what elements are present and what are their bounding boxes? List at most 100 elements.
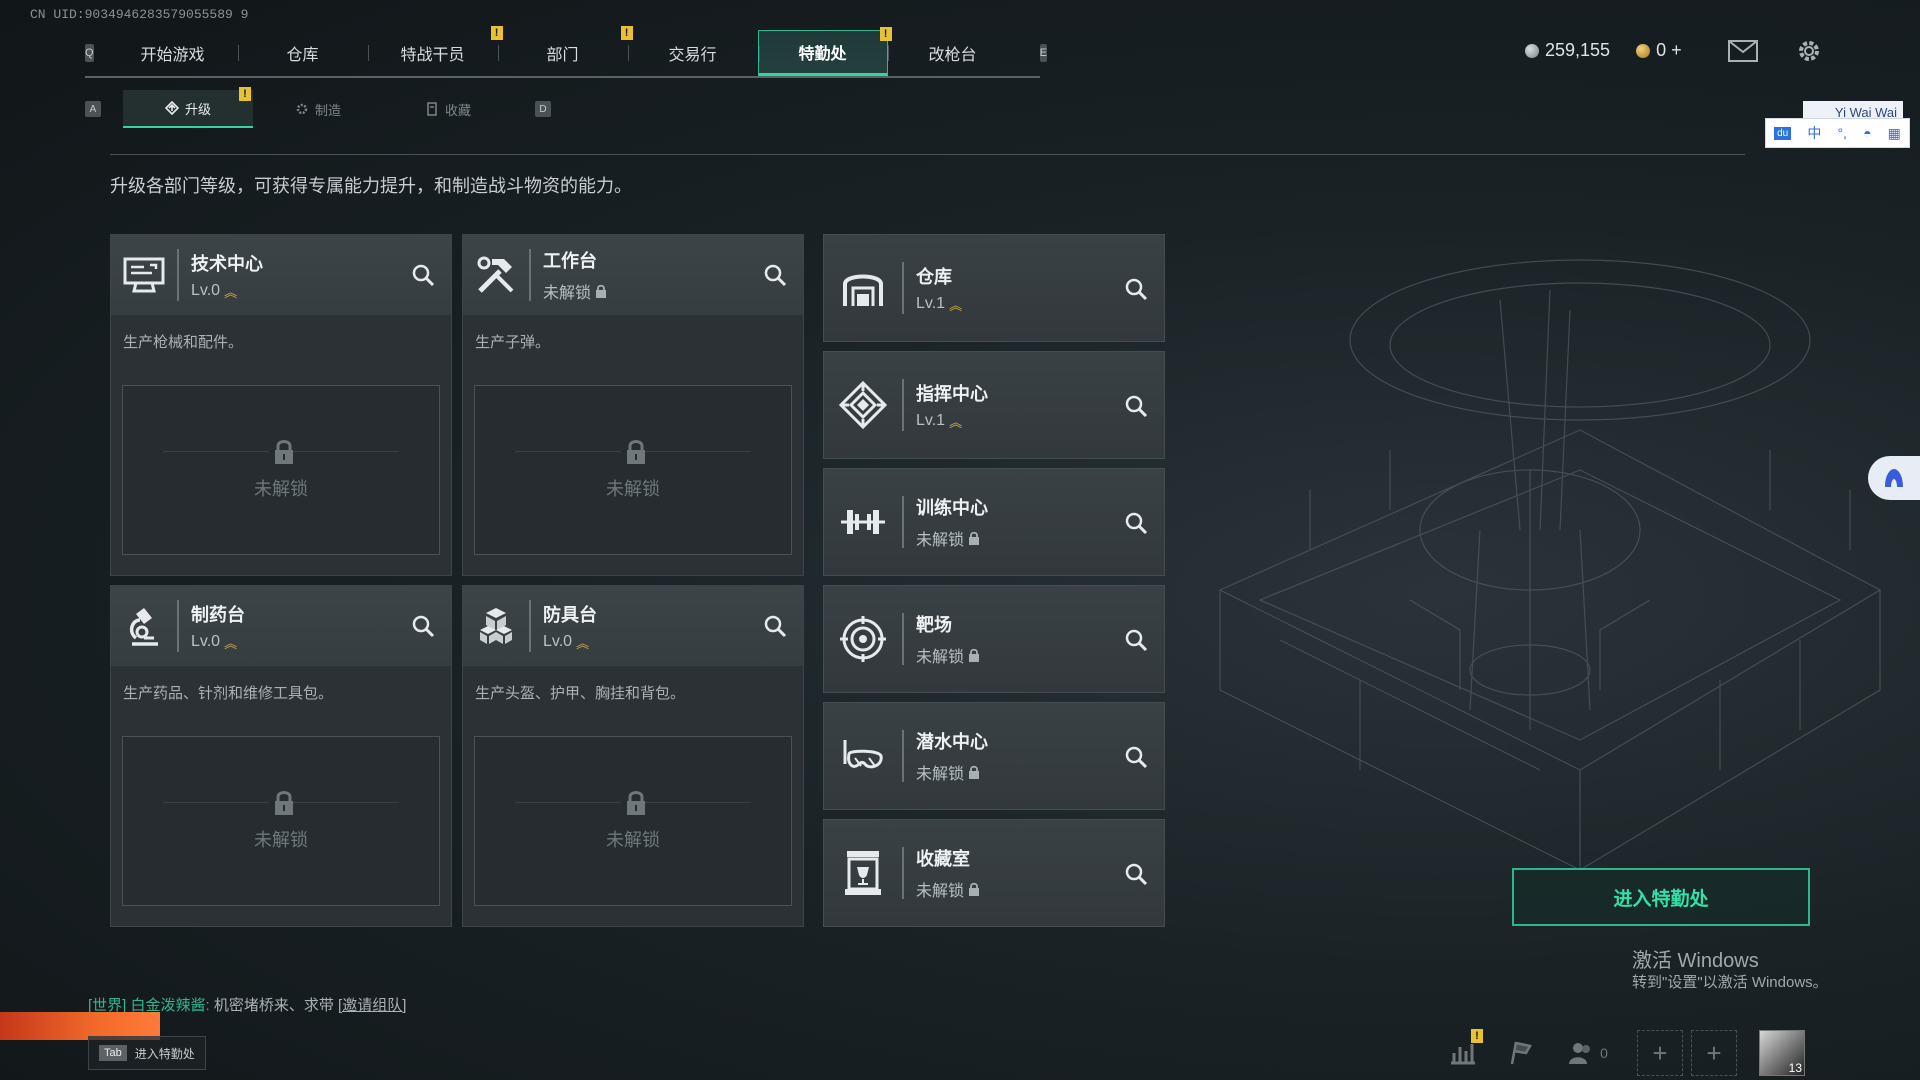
command-icon [824, 351, 902, 459]
craft-icon [295, 102, 309, 116]
mail-icon[interactable] [1728, 40, 1758, 62]
search-icon[interactable] [1124, 511, 1148, 535]
tab-5[interactable]: 特勤处! [757, 27, 892, 76]
subtab-1[interactable]: 制造 [253, 90, 383, 128]
level-up-icon: ︽ [576, 635, 589, 651]
lock-icon [621, 790, 645, 816]
ime-grid-icon[interactable]: ▦ [1888, 125, 1901, 142]
enter-special-ops-button[interactable]: 进入特勤处 [1512, 868, 1810, 926]
locked-text: 未解锁 [606, 479, 660, 499]
facility-card[interactable]: 靶场 未解锁 [823, 585, 1165, 693]
subtab-label: 升级 [184, 101, 211, 117]
tab-2[interactable]: 特战干员! [367, 26, 503, 76]
search-icon[interactable] [763, 263, 787, 287]
add-party-slot-2[interactable]: + [1691, 1030, 1737, 1076]
facility-card[interactable]: 潜水中心 未解锁 [823, 702, 1165, 810]
card-info: 指挥中心 Lv.1 ︽ [916, 380, 988, 431]
facility-card[interactable]: 训练中心 未解锁 [823, 468, 1165, 576]
card-status-row: Lv.0 ︽ [543, 633, 597, 652]
diving-mask-icon [824, 702, 902, 810]
facility-card[interactable]: 仓库 Lv.1 ︽ [823, 234, 1165, 342]
subnav-right-key[interactable]: D [535, 101, 551, 117]
department-card[interactable]: 制药台 Lv.0 ︽ 生产药品、针剂和维修工具包。 未解锁 [110, 585, 452, 927]
subtab-label: 收藏 [444, 102, 471, 118]
card-header: 制药台 Lv.0 ︽ [111, 586, 451, 666]
locked-slot: 未解锁 [122, 385, 440, 555]
top-nav: Q 开始游戏 仓库 特战干员! 部门! 交易行 特勤处! 改枪台 E [85, 26, 1047, 78]
add-party-slot-1[interactable]: + [1637, 1030, 1683, 1076]
card-info: 潜水中心 未解锁 [916, 728, 988, 784]
stats-icon[interactable]: ! [1445, 1029, 1483, 1071]
search-icon[interactable] [1124, 745, 1148, 769]
search-icon[interactable] [411, 614, 435, 638]
card-info: 靶场 未解锁 [916, 611, 980, 667]
warehouse-icon [824, 234, 902, 342]
tab-4[interactable]: 交易行 [627, 30, 758, 76]
upgrade-icon [164, 101, 179, 115]
friends-button[interactable]: 0 [1561, 1035, 1615, 1071]
search-icon[interactable] [1124, 862, 1148, 886]
ime-logo-icon[interactable]: du [1774, 126, 1792, 140]
card-description: 生产药品、针剂和维修工具包。 [123, 685, 334, 702]
card-status: 未解锁 [916, 766, 965, 783]
subtab-2[interactable]: 收藏 [383, 90, 513, 128]
computer-icon [111, 235, 177, 315]
assistant-float-icon[interactable] [1868, 456, 1920, 500]
chat-invite-link[interactable]: [邀请组队] [338, 997, 406, 1014]
currency-bar: 259,155 0 + [1525, 40, 1682, 61]
department-card[interactable]: 工作台 未解锁 生产子弹。 未解锁 [462, 234, 804, 576]
tab-label: 仓库 [286, 47, 319, 64]
card-title: 工作台 [543, 251, 597, 271]
search-icon[interactable] [763, 614, 787, 638]
tab-6[interactable]: 改枪台 [887, 30, 1018, 76]
facility-card[interactable]: 指挥中心 Lv.1 ︽ [823, 351, 1165, 459]
ime-skin-icon[interactable]: ◓ [1863, 125, 1871, 141]
subtab-0[interactable]: 升级! [123, 87, 253, 128]
nav-left-key[interactable]: Q [85, 44, 94, 62]
card-separator [529, 600, 531, 652]
tab-hint[interactable]: Tab 进入特勤处 [88, 1036, 206, 1070]
flag-icon[interactable] [1503, 1035, 1539, 1071]
department-card[interactable]: 技术中心 Lv.0 ︽ 生产枪械和配件。 未解锁 [110, 234, 452, 576]
ime-punct-icon[interactable]: °, [1837, 125, 1847, 141]
base-structure-illustration [1218, 259, 1882, 871]
locked-text: 未解锁 [254, 479, 308, 499]
ime-toolbar[interactable]: du 中 °, ◓ ▦ [1765, 118, 1910, 148]
gear-icon[interactable] [1796, 38, 1822, 64]
card-status-row: 未解锁 [916, 877, 980, 901]
card-title: 收藏室 [916, 849, 970, 869]
subnav-left-key[interactable]: A [85, 101, 101, 117]
tools-icon [463, 235, 529, 315]
tab-1[interactable]: 仓库 [237, 30, 368, 76]
department-card[interactable]: 防具台 Lv.0 ︽ 生产头盔、护甲、胸挂和背包。 未解锁 [462, 585, 804, 927]
card-info: 工作台 未解锁 [543, 247, 607, 303]
card-separator [529, 249, 531, 301]
card-status-row: Lv.1 ︽ [916, 412, 988, 431]
avatar[interactable]: 13 [1759, 1030, 1805, 1076]
lock-icon [968, 765, 980, 779]
card-title: 训练中心 [916, 498, 988, 518]
tab-label: 部门 [546, 47, 579, 64]
ime-mode[interactable]: 中 [1807, 123, 1821, 143]
player-level: 13 [1788, 1061, 1802, 1075]
nav-right-key[interactable]: E [1039, 44, 1047, 62]
search-icon[interactable] [411, 263, 435, 287]
card-status-row: 未解锁 [916, 526, 988, 550]
facility-card[interactable]: 收藏室 未解锁 [823, 819, 1165, 927]
silver-currency[interactable]: 259,155 [1525, 40, 1610, 61]
card-status-row: 未解锁 [916, 643, 980, 667]
card-separator [902, 847, 904, 899]
card-status: 未解锁 [543, 285, 592, 302]
windows-activate-title: 激活 Windows [1632, 950, 1759, 972]
uid-label: CN UID:9034946283579055589 9 [30, 7, 249, 22]
card-separator [902, 496, 904, 548]
gold-amount: 0 + [1656, 40, 1682, 60]
tab-3[interactable]: 部门! [497, 26, 633, 76]
search-icon[interactable] [1124, 277, 1148, 301]
gold-currency[interactable]: 0 + [1636, 40, 1682, 61]
subtab-alert-badge: ! [239, 87, 251, 101]
search-icon[interactable] [1124, 628, 1148, 652]
tab-hint-label: 进入特勤处 [134, 1046, 195, 1061]
tab-0[interactable]: 开始游戏 [108, 30, 238, 76]
search-icon[interactable] [1124, 394, 1148, 418]
